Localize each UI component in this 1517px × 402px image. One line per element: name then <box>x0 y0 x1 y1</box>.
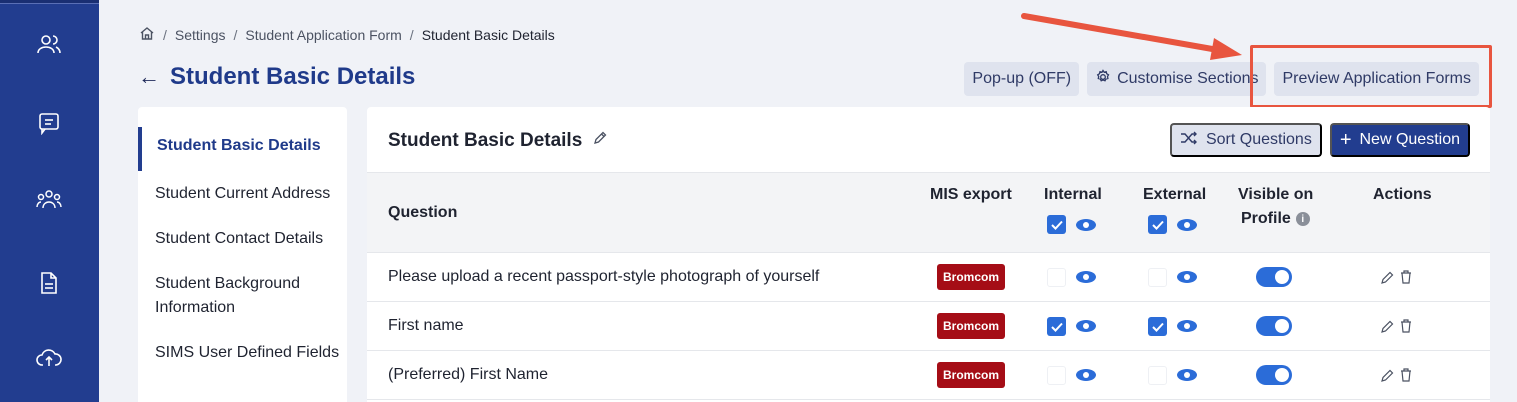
internal-checkbox[interactable] <box>1047 366 1066 385</box>
document-icon[interactable] <box>34 268 64 298</box>
breadcrumb: / Settings / Student Application Form / … <box>139 25 555 44</box>
section-nav-active-label: Student Basic Details <box>157 137 321 154</box>
page-title: Student Basic Details <box>170 63 416 90</box>
table-header: Question MIS export Internal External Vi… <box>367 173 1490 253</box>
shuffle-icon <box>1180 131 1198 150</box>
sort-questions-button[interactable]: Sort Questions <box>1169 123 1322 157</box>
questions-card: Student Basic Details Sort Questions + N… <box>367 107 1490 402</box>
visible-on-profile-toggle[interactable] <box>1256 365 1292 385</box>
pencil-icon[interactable] <box>1380 318 1394 334</box>
trash-icon[interactable] <box>1399 318 1413 334</box>
section-nav-item[interactable]: SIMS User Defined Fields <box>155 341 347 365</box>
external-checkbox[interactable] <box>1148 268 1167 287</box>
pencil-icon[interactable] <box>1380 269 1394 285</box>
section-nav: Student Basic Details Student Current Ad… <box>138 107 347 402</box>
page-header: ← Student Basic Details <box>138 63 415 91</box>
mis-export-badge: Bromcom <box>937 264 1006 290</box>
question-text: First name <box>388 317 464 334</box>
section-nav-item-active[interactable]: Student Basic Details <box>138 127 347 171</box>
eye-icon[interactable] <box>1176 270 1198 284</box>
card-actions: Sort Questions + New Question <box>1169 123 1470 157</box>
card-title-text: Student Basic Details <box>388 130 583 151</box>
header-profile-label: Profile <box>1241 210 1291 227</box>
new-question-button[interactable]: + New Question <box>1329 123 1470 157</box>
new-question-label: New Question <box>1359 131 1461 148</box>
header-internal: Internal <box>1044 186 1102 203</box>
header-actions: Actions <box>1373 186 1432 203</box>
mis-export-badge: Bromcom <box>937 362 1006 388</box>
arrow-left-icon[interactable]: ← <box>138 66 160 88</box>
breadcrumb-settings[interactable]: Settings <box>175 27 226 43</box>
breadcrumb-application-form[interactable]: Student Application Form <box>245 27 401 43</box>
visible-on-profile-toggle[interactable] <box>1256 316 1292 336</box>
info-icon[interactable]: i <box>1295 212 1310 226</box>
internal-checkbox[interactable] <box>1047 317 1066 336</box>
trash-icon[interactable] <box>1399 367 1413 383</box>
eye-icon[interactable] <box>1176 368 1198 382</box>
external-checkbox[interactable] <box>1148 366 1167 385</box>
internal-checkbox[interactable] <box>1047 268 1066 287</box>
visible-on-profile-toggle[interactable] <box>1256 267 1292 287</box>
table-row: First name Bromcom <box>367 302 1490 351</box>
header-question: Question <box>388 204 458 221</box>
rail-top-divider <box>0 0 99 4</box>
pencil-icon[interactable] <box>1380 367 1394 383</box>
people-icon[interactable] <box>34 30 64 60</box>
breadcrumb-separator: / <box>409 26 414 43</box>
internal-select-all-checkbox[interactable] <box>1047 215 1066 234</box>
section-nav-item[interactable]: Student Current Address <box>155 182 347 206</box>
top-actions: Pop-up (OFF) Customise Sections Preview … <box>964 62 1479 96</box>
external-checkbox[interactable] <box>1148 317 1167 336</box>
pencil-icon[interactable] <box>592 130 608 152</box>
question-text: Please upload a recent passport-style ph… <box>388 268 820 285</box>
table-row: Please upload a recent passport-style ph… <box>367 253 1490 302</box>
eye-icon[interactable] <box>1075 368 1097 382</box>
card-header: Student Basic Details Sort Questions + N… <box>367 107 1490 173</box>
header-mis-export: MIS export <box>930 186 1012 203</box>
popup-toggle-button[interactable]: Pop-up (OFF) <box>964 62 1080 96</box>
eye-icon[interactable] <box>1176 218 1198 232</box>
group-icon[interactable] <box>34 185 64 215</box>
sidebar-rail <box>0 0 99 402</box>
eye-icon[interactable] <box>1075 270 1097 284</box>
eye-icon[interactable] <box>1075 218 1097 232</box>
chat-icon[interactable] <box>34 108 64 138</box>
mis-export-badge: Bromcom <box>937 313 1006 339</box>
section-nav-item[interactable]: Student Contact Details <box>155 227 347 251</box>
customise-sections-button[interactable]: Customise Sections <box>1087 62 1267 96</box>
breadcrumb-separator: / <box>163 26 167 43</box>
customise-sections-label: Customise Sections <box>1117 70 1259 87</box>
table-row: (Preferred) First Name Bromcom <box>367 351 1490 400</box>
breadcrumb-separator: / <box>233 26 238 43</box>
plus-icon: + <box>1339 129 1352 151</box>
eye-icon[interactable] <box>1075 319 1097 333</box>
header-visible-on: Visible on <box>1238 186 1314 203</box>
sort-questions-label: Sort Questions <box>1205 131 1312 148</box>
cloud-upload-icon[interactable] <box>34 343 64 373</box>
question-text: (Preferred) First Name <box>388 366 549 383</box>
annotation-arrow <box>1021 13 1242 60</box>
card-title: Student Basic Details <box>388 130 608 152</box>
gear-icon <box>1095 68 1111 90</box>
eye-icon[interactable] <box>1176 319 1198 333</box>
header-external: External <box>1143 186 1207 203</box>
trash-icon[interactable] <box>1399 269 1413 285</box>
external-select-all-checkbox[interactable] <box>1148 215 1167 234</box>
home-icon[interactable] <box>139 25 155 44</box>
section-nav-item[interactable]: Student Background Information <box>155 272 347 320</box>
header-visible-profile: Profile i <box>1241 210 1310 228</box>
breadcrumb-current: Student Basic Details <box>421 26 555 43</box>
preview-application-forms-button[interactable]: Preview Application Forms <box>1274 62 1479 96</box>
